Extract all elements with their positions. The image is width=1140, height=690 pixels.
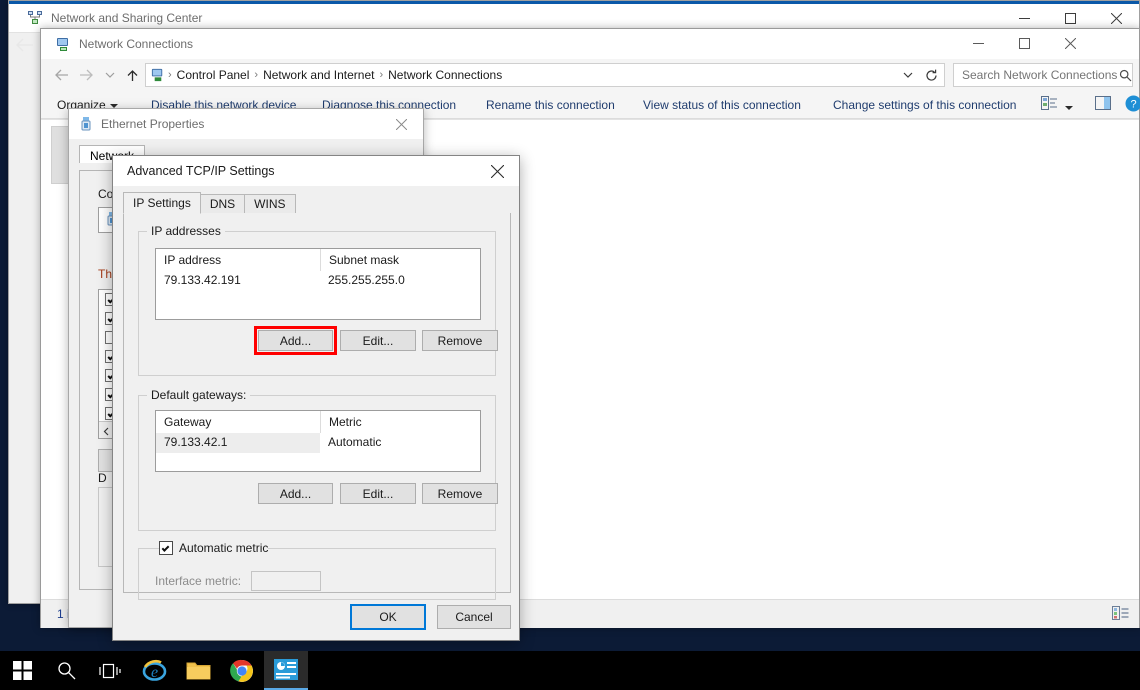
description-label: D — [98, 471, 107, 485]
interface-metric-label: Interface metric: — [155, 574, 242, 588]
add-gateway-button[interactable]: Add... — [258, 483, 333, 504]
advanced-tcpip-settings-dialog: Advanced TCP/IP Settings IP Settings DNS… — [112, 155, 520, 641]
remove-ip-button[interactable]: Remove — [422, 330, 498, 351]
svg-text:?: ? — [1130, 99, 1136, 111]
breadcrumb-separator: › — [254, 69, 259, 81]
recent-locations-icon[interactable] — [99, 64, 121, 86]
help-icon[interactable]: ? — [1125, 95, 1140, 115]
table-header: Gateway Metric — [156, 411, 480, 433]
network-sharing-center-title: Network and Sharing Center — [51, 11, 203, 25]
column-subnet-mask: Subnet mask — [320, 249, 480, 271]
ip-addresses-list[interactable]: IP address Subnet mask 79.133.42.191 255… — [155, 248, 481, 320]
task-view-button[interactable] — [88, 651, 132, 690]
nc-close-button[interactable] — [1047, 29, 1093, 58]
back-arrow-icon[interactable] — [51, 64, 73, 86]
table-row[interactable]: 79.133.42.191 255.255.255.0 — [156, 271, 480, 291]
address-bar[interactable]: › Control Panel › Network and Internet ›… — [145, 63, 945, 87]
this-connection-label: Th — [98, 267, 113, 281]
ethernet-properties-title: Ethernet Properties — [101, 117, 205, 131]
network-connections-taskbar-button[interactable] — [264, 651, 308, 690]
edit-gateway-button[interactable]: Edit... — [340, 483, 416, 504]
chevron-down-icon[interactable] — [898, 64, 918, 86]
table-header: IP address Subnet mask — [156, 249, 480, 271]
tab-ip-settings[interactable]: IP Settings — [123, 192, 201, 214]
column-metric: Metric — [320, 411, 480, 433]
edit-ip-button[interactable]: Edit... — [340, 330, 416, 351]
search-input[interactable] — [954, 67, 1119, 83]
tab-dns[interactable]: DNS — [199, 194, 246, 214]
taskbar: e — [0, 651, 1140, 690]
advanced-dialog-tabs[interactable]: IP Settings DNS WINS — [123, 192, 511, 214]
nc-minimize-button[interactable] — [955, 29, 1001, 58]
default-gateways-group-title: Default gateways: — [147, 388, 251, 402]
tab-wins[interactable]: WINS — [244, 194, 296, 214]
refresh-icon[interactable] — [920, 64, 942, 86]
ethernet-properties-close-button[interactable] — [379, 109, 423, 139]
chevron-down-icon[interactable] — [1065, 100, 1073, 114]
breadcrumb-separator: › — [168, 69, 172, 81]
interface-metric-input[interactable] — [251, 571, 322, 591]
breadcrumb-network-connections[interactable]: Network Connections — [385, 68, 505, 82]
breadcrumb-separator: › — [379, 69, 384, 81]
chrome-button[interactable] — [220, 651, 264, 690]
view-mode-buttons[interactable] — [1112, 606, 1129, 624]
network-adapter-icon — [79, 117, 93, 132]
network-connections-icon — [55, 36, 72, 53]
automatic-metric-checkbox[interactable] — [159, 541, 173, 555]
change-settings-button[interactable]: Change settings of this connection — [833, 98, 1016, 112]
address-bar-icon — [150, 67, 166, 83]
default-gateways-group: Default gateways: Gateway Metric 79.133.… — [138, 388, 498, 531]
nc-maximize-button[interactable] — [1001, 29, 1047, 58]
up-arrow-icon[interactable] — [121, 64, 143, 86]
breadcrumb-control-panel[interactable]: Control Panel — [174, 68, 253, 82]
cell-subnet-mask: 255.255.255.0 — [328, 273, 405, 287]
ok-button[interactable]: OK — [350, 604, 426, 630]
forward-arrow-icon[interactable] — [75, 64, 97, 86]
scroll-left-icon[interactable] — [99, 422, 113, 438]
gateways-list[interactable]: Gateway Metric 79.133.42.1 Automatic — [155, 410, 481, 472]
cancel-button[interactable]: Cancel — [437, 605, 511, 629]
advanced-dialog-footer: OK Cancel — [113, 593, 519, 641]
table-row[interactable]: 79.133.42.1 Automatic — [156, 433, 480, 453]
network-sharing-icon — [27, 10, 43, 26]
search-box[interactable] — [953, 63, 1133, 87]
cell-metric: Automatic — [328, 435, 382, 449]
network-connections-title: Network Connections — [79, 37, 194, 51]
automatic-metric-group-title: Automatic metric — [159, 541, 269, 555]
rename-connection-button[interactable]: Rename this connection — [486, 98, 615, 112]
preview-pane-icon[interactable] — [1095, 96, 1111, 113]
search-button[interactable] — [44, 651, 88, 690]
remove-gateway-button[interactable]: Remove — [422, 483, 498, 504]
search-icon[interactable] — [1119, 69, 1132, 82]
svg-text:e: e — [150, 664, 157, 681]
advanced-dialog-close-button[interactable] — [475, 156, 519, 186]
column-gateway: Gateway — [164, 415, 212, 429]
ip-settings-panel: IP addresses IP address Subnet mask 79.1… — [123, 213, 511, 600]
view-status-button[interactable]: View status of this connection — [643, 98, 801, 112]
automatic-metric-label: Automatic metric — [179, 541, 269, 555]
add-ip-button[interactable]: Add... — [258, 330, 333, 351]
cell-gateway: 79.133.42.1 — [156, 433, 320, 453]
file-explorer-button[interactable] — [176, 651, 220, 690]
advanced-dialog-title: Advanced TCP/IP Settings — [127, 164, 275, 178]
change-view-icon[interactable] — [1041, 96, 1057, 114]
start-button[interactable] — [0, 651, 44, 690]
cell-ip-address: 79.133.42.191 — [164, 273, 241, 287]
breadcrumb-network-and-internet[interactable]: Network and Internet — [260, 68, 377, 82]
ip-addresses-group-title: IP addresses — [147, 224, 225, 238]
details-view-icon[interactable] — [1112, 606, 1129, 624]
internet-explorer-button[interactable]: e — [132, 651, 176, 690]
column-ip-address: IP address — [164, 253, 222, 267]
ip-addresses-group: IP addresses IP address Subnet mask 79.1… — [138, 224, 498, 376]
back-arrow-icon[interactable] — [14, 36, 36, 57]
